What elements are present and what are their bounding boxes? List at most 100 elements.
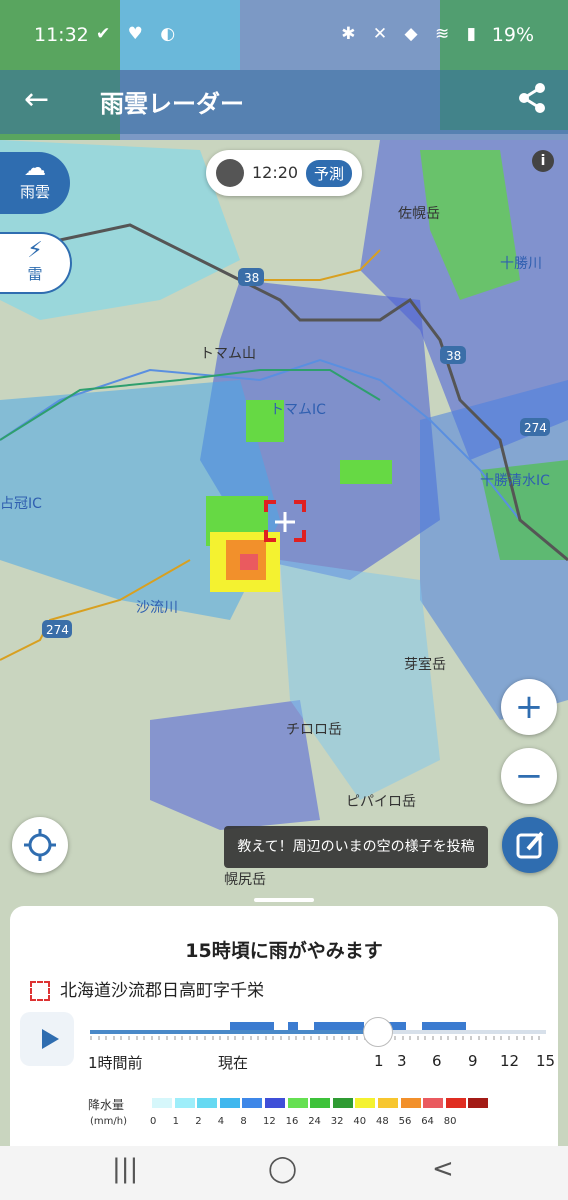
timeline-tick — [356, 1036, 358, 1040]
timeline-tick — [173, 1036, 176, 1040]
battery-level: 19% — [491, 24, 534, 46]
route-274-badge-2: 274 — [46, 623, 69, 637]
route-274-badge-1: 274 — [524, 421, 547, 435]
zoom-out-button[interactable]: − — [501, 748, 557, 804]
timeline-knob[interactable] — [363, 1017, 394, 1047]
timeline-tick — [295, 1036, 298, 1040]
timeline-tick — [287, 1036, 290, 1040]
legend-value: 1 — [172, 1116, 179, 1127]
rain-segment — [288, 1022, 298, 1030]
status-right-icons: ✱ ✕ ◆ ≋ ▮ — [341, 24, 482, 44]
timeline-tick — [302, 1036, 305, 1040]
timeline-tick — [128, 1036, 130, 1040]
legend-swatch — [378, 1098, 398, 1108]
timeline-tick — [310, 1036, 313, 1040]
timeline-tick — [325, 1036, 328, 1040]
timeline-slider[interactable] — [90, 1030, 546, 1034]
timeline-progress — [90, 1030, 378, 1034]
timeline-hour-label: 9 — [468, 1052, 478, 1070]
back-button[interactable]: < — [432, 1154, 454, 1184]
legend-value: 0 — [150, 1116, 157, 1127]
timeline-tick — [143, 1036, 146, 1040]
legend-value: 8 — [240, 1116, 247, 1127]
legend-swatch — [400, 1098, 421, 1108]
timeline-tick — [158, 1036, 161, 1040]
timeline-tick — [249, 1036, 252, 1040]
post-sky-tooltip: 教えて！周辺のいまの空の様子を投稿 — [224, 826, 488, 868]
timeline-tick — [538, 1036, 541, 1040]
bottom-sheet: 15時頃に雨がやみます 北海道沙流郡日高町字千栄 1時間前 現在 1 3 6 9… — [10, 898, 558, 1146]
timeline-tick — [112, 1036, 115, 1040]
timeline-tick — [105, 1036, 108, 1040]
map-label-tomamu-mountain: トマム山 — [200, 346, 256, 362]
map-label-tokachi-river: 十勝川 — [500, 256, 542, 272]
map-label-saru-river: 沙流川 — [136, 600, 178, 616]
timeline-tick — [120, 1036, 123, 1040]
legend-swatch — [152, 1098, 172, 1108]
minus-icon: − — [514, 756, 544, 796]
timeline-tick — [485, 1036, 488, 1040]
map-label-memuro: 芽室岳 — [404, 656, 446, 673]
legend-swatch — [332, 1098, 353, 1108]
my-location-button[interactable] — [12, 817, 68, 873]
legend-value: 32 — [330, 1116, 344, 1127]
timeline-tick — [272, 1036, 275, 1040]
legend-swatch — [355, 1098, 376, 1108]
legend-swatch — [174, 1098, 195, 1108]
page-title: 雨雲レーダー — [100, 90, 244, 118]
timeline-hour-label: 1 — [374, 1052, 384, 1070]
map-label-poroshiri: 幌尻岳 — [224, 872, 266, 888]
timeline-tick — [523, 1036, 526, 1040]
share-icon[interactable] — [516, 82, 548, 114]
location-marker-icon — [30, 981, 50, 1001]
route-38-badge-1: 38 — [244, 271, 259, 285]
timeline-tick — [234, 1036, 237, 1040]
legend-swatch — [310, 1098, 331, 1108]
legend-swatch — [287, 1098, 308, 1108]
timeline-tick — [439, 1036, 442, 1040]
timeline-hour-label: 6 — [432, 1052, 442, 1070]
zoom-in-button[interactable]: + — [501, 679, 557, 735]
timeline-tick — [318, 1036, 320, 1040]
legend-swatch — [197, 1098, 218, 1108]
timeline-tick — [432, 1036, 434, 1040]
legend-value: 64 — [421, 1116, 434, 1127]
legend-value: 80 — [443, 1116, 457, 1127]
layer-rain-button[interactable]: ☁ 雨雲 — [0, 152, 70, 214]
legend-value: 24 — [308, 1116, 321, 1127]
timeline-tick — [394, 1036, 396, 1040]
legend-swatch — [468, 1098, 489, 1108]
legend-value: 12 — [263, 1116, 276, 1127]
forecast-time: 12:20 — [252, 163, 299, 182]
timeline-tick — [454, 1036, 457, 1040]
app-bar: ← 雨雲レーダー — [0, 70, 568, 134]
timeline-tick — [90, 1036, 92, 1040]
timeline-tick — [257, 1036, 260, 1040]
timeline-tick — [204, 1036, 206, 1040]
legend-swatch — [445, 1098, 466, 1108]
plus-icon: + — [514, 687, 544, 727]
timeline-tick — [166, 1036, 168, 1040]
info-icon[interactable]: i — [532, 150, 554, 172]
recents-button[interactable]: ||| — [112, 1154, 138, 1184]
clock-icon — [216, 159, 244, 187]
home-button[interactable]: ◯ — [268, 1154, 297, 1184]
timeline-tick — [150, 1036, 153, 1040]
legend-value: 2 — [195, 1116, 202, 1127]
timeline-tick — [409, 1036, 412, 1040]
timeline-tick — [492, 1036, 495, 1040]
timeline-tick — [242, 1036, 244, 1040]
timeline-tick — [333, 1036, 336, 1040]
sheet-handle[interactable] — [254, 898, 314, 902]
layer-thunder-button[interactable]: ⚡ 雷 — [0, 232, 72, 294]
play-button[interactable] — [20, 1012, 74, 1066]
post-report-button[interactable] — [502, 817, 558, 873]
forecast-time-pill[interactable]: 12:20 予測 — [206, 150, 362, 196]
timeline-tick — [348, 1036, 351, 1040]
timeline-tick — [188, 1036, 191, 1040]
rain-segment — [314, 1022, 364, 1030]
legend-value: 4 — [217, 1116, 225, 1127]
arrow-left-icon[interactable]: ← — [24, 82, 49, 117]
rain-stop-headline: 15時頃に雨がやみます — [185, 940, 383, 962]
status-time: 11:32 — [34, 24, 89, 46]
